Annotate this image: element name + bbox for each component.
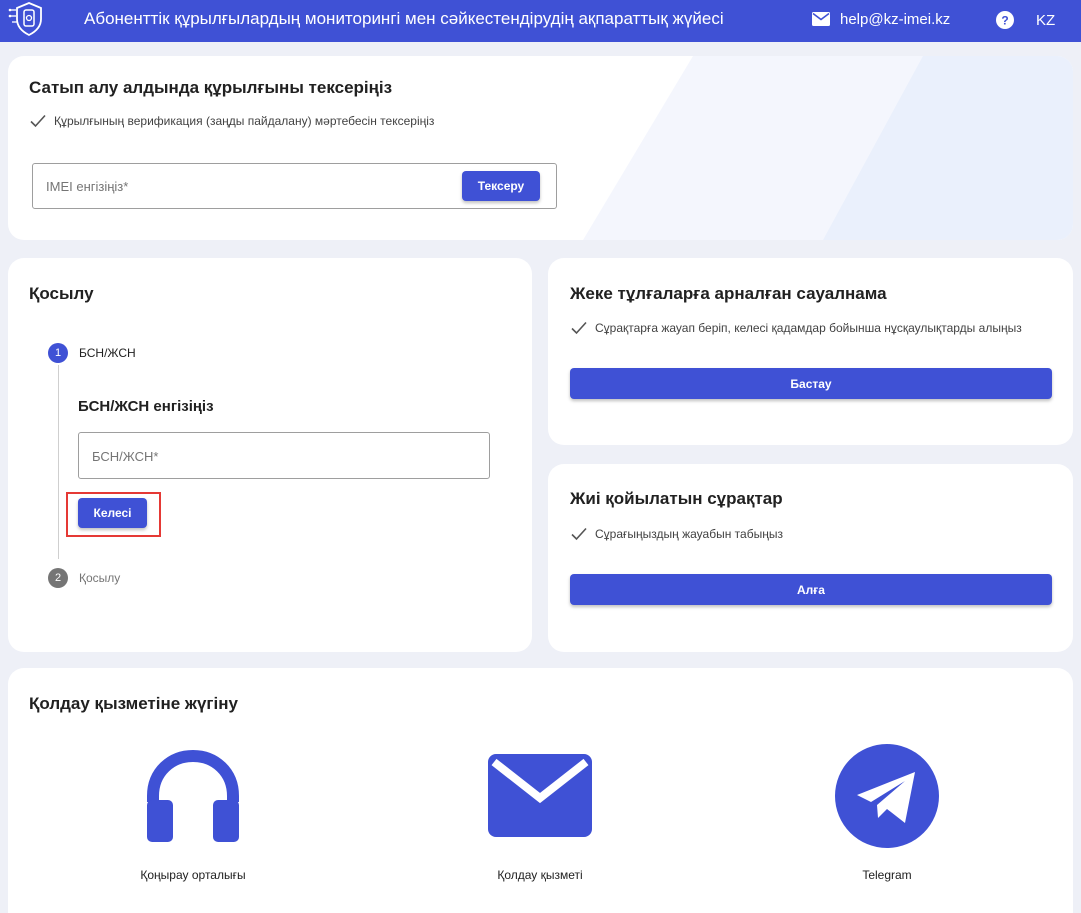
step-1-heading: БСН/ЖСН енгізіңіз bbox=[78, 398, 214, 415]
app-title: Абоненттік құрылғылардың мониторингі мен… bbox=[84, 9, 724, 28]
top-bar: Абоненттік құрылғылардың мониторингі мен… bbox=[0, 0, 1081, 42]
imei-input[interactable]: IMEI енгізіңіз* Тексеру bbox=[32, 163, 557, 209]
survey-card: Жеке тұлғаларға арналған сауалнама Сұрақ… bbox=[548, 258, 1073, 445]
check-device-description: Құрылғының верификация (заңды пайдалану)… bbox=[54, 114, 435, 128]
stepper-connector bbox=[58, 365, 59, 559]
telegram-icon bbox=[835, 744, 939, 848]
telegram-label: Telegram bbox=[862, 868, 912, 882]
imei-input-placeholder: IMEI енгізіңіз* bbox=[46, 179, 129, 194]
check-button[interactable]: Тексеру bbox=[462, 171, 540, 201]
help-icon[interactable]: ? bbox=[996, 11, 1014, 34]
headphones-icon bbox=[147, 749, 239, 842]
connect-card: Қосылу 1 БСН/ЖСН БСН/ЖСН енгізіңіз БСН/Ж… bbox=[8, 258, 532, 652]
step-2-number: 2 bbox=[48, 568, 68, 588]
faq-description-line: Сұрағыңыздың жауабын табыңыз bbox=[571, 527, 783, 541]
mail-icon bbox=[488, 754, 592, 837]
mail-icon bbox=[812, 12, 830, 31]
step-2-label[interactable]: Қосылу bbox=[79, 571, 120, 585]
next-button[interactable]: Келесі bbox=[78, 498, 147, 528]
check-icon bbox=[571, 527, 587, 541]
call-center-label: Қоңырау орталығы bbox=[140, 868, 246, 882]
start-survey-button[interactable]: Бастау bbox=[570, 368, 1052, 399]
app-logo-icon[interactable] bbox=[8, 0, 50, 38]
check-device-title: Сатып алу алдында құрылғыны тексеріңіз bbox=[29, 78, 393, 97]
support-email-link[interactable]: help@kz-imei.kz bbox=[840, 11, 950, 28]
survey-title: Жеке тұлғаларға арналған сауалнама bbox=[570, 284, 887, 303]
bin-input-placeholder: БСН/ЖСН* bbox=[92, 449, 159, 464]
survey-description: Сұрақтарға жауап беріп, келесі қадамдар … bbox=[595, 321, 1022, 335]
faq-title: Жиі қойылатын сұрақтар bbox=[570, 489, 783, 508]
check-device-card: Сатып алу алдында құрылғыны тексеріңіз Қ… bbox=[8, 56, 1073, 240]
background-decoration bbox=[583, 56, 1073, 240]
connect-title: Қосылу bbox=[29, 284, 94, 303]
survey-description-line: Сұрақтарға жауап беріп, келесі қадамдар … bbox=[571, 321, 1022, 335]
support-title: Қолдау қызметіне жүгіну bbox=[29, 694, 238, 713]
step-1-label[interactable]: БСН/ЖСН bbox=[79, 346, 136, 360]
check-device-description-line: Құрылғының верификация (заңды пайдалану)… bbox=[30, 114, 434, 128]
svg-text:?: ? bbox=[1001, 14, 1008, 28]
faq-description: Сұрағыңыздың жауабын табыңыз bbox=[595, 527, 783, 541]
check-icon bbox=[571, 321, 587, 335]
step-1-number: 1 bbox=[48, 343, 68, 363]
support-service-label: Қолдау қызметі bbox=[497, 868, 583, 882]
faq-card: Жиі қойылатын сұрақтар Сұрағыңыздың жауа… bbox=[548, 464, 1073, 652]
bin-input[interactable]: БСН/ЖСН* bbox=[78, 432, 490, 479]
language-selector[interactable]: KZ bbox=[1036, 12, 1055, 29]
support-card: Қолдау қызметіне жүгіну Қоңырау орталығы… bbox=[8, 668, 1073, 913]
faq-forward-button[interactable]: Алға bbox=[570, 574, 1052, 605]
check-icon bbox=[30, 114, 46, 128]
